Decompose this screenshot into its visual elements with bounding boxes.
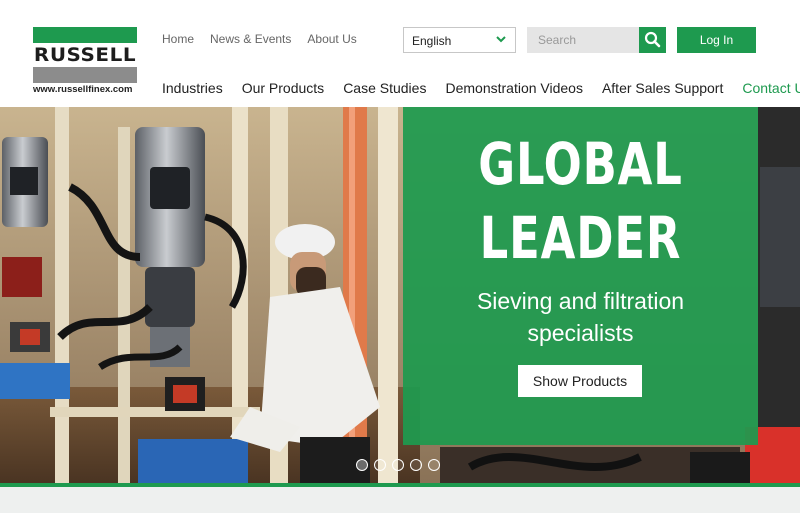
hero-subheadline-line-1: Sieving and filtration <box>476 288 685 314</box>
logo-url: www.russellfinex.com <box>33 84 133 95</box>
carousel-dot-5[interactable] <box>428 459 440 471</box>
nav-contact-us[interactable]: Contact Us <box>742 80 800 96</box>
carousel-dots <box>356 459 440 471</box>
carousel-dot-3[interactable] <box>392 459 404 471</box>
carousel-dot-4[interactable] <box>410 459 422 471</box>
logo-grey-bar <box>33 67 137 83</box>
utility-nav: Home News & Events About Us <box>162 32 373 46</box>
search-placeholder: Search <box>538 33 577 47</box>
show-products-button[interactable]: Show Products <box>518 365 642 397</box>
site-header: RUSSELL www.russellfinex.com Home News &… <box>0 0 800 107</box>
carousel-dot-1[interactable] <box>356 459 368 471</box>
nav-industries[interactable]: Industries <box>162 80 223 96</box>
nav-about-us[interactable]: About Us <box>307 32 356 46</box>
language-selected: English <box>412 34 452 48</box>
nav-home[interactable]: Home <box>162 32 194 46</box>
next-section-strip <box>0 487 800 513</box>
carousel-dot-2[interactable] <box>374 459 386 471</box>
hero-subheadline: Sieving and filtration specialists <box>403 285 758 349</box>
logo-wordmark: RUSSELL <box>33 44 137 66</box>
hero-promo-panel: GLOBAL LEADER Sieving and filtration spe… <box>403 107 758 445</box>
language-select[interactable]: English <box>403 27 516 53</box>
hero-headline: GLOBAL LEADER <box>428 127 733 275</box>
logo-wordmark-band: RUSSELL <box>33 43 137 67</box>
logo-green-bar <box>33 27 137 43</box>
nav-our-products[interactable]: Our Products <box>242 80 324 96</box>
hero-headline-line-2: LEADER <box>479 204 682 272</box>
nav-after-sales-support[interactable]: After Sales Support <box>602 80 723 96</box>
hero-carousel: GLOBAL LEADER Sieving and filtration spe… <box>0 107 800 483</box>
hero-headline-line-1: GLOBAL <box>478 130 683 198</box>
search-button[interactable] <box>639 27 666 53</box>
russell-logo[interactable]: RUSSELL www.russellfinex.com <box>33 27 138 95</box>
search-input[interactable]: Search <box>527 27 639 53</box>
chevron-down-icon <box>496 36 506 43</box>
main-nav: Industries Our Products Case Studies Dem… <box>162 80 800 96</box>
hero-subheadline-line-2: specialists <box>527 320 634 346</box>
search-icon <box>644 31 661 48</box>
nav-case-studies[interactable]: Case Studies <box>343 80 426 96</box>
login-button[interactable]: Log In <box>677 27 756 53</box>
nav-demonstration-videos[interactable]: Demonstration Videos <box>445 80 582 96</box>
nav-news-events[interactable]: News & Events <box>210 32 291 46</box>
